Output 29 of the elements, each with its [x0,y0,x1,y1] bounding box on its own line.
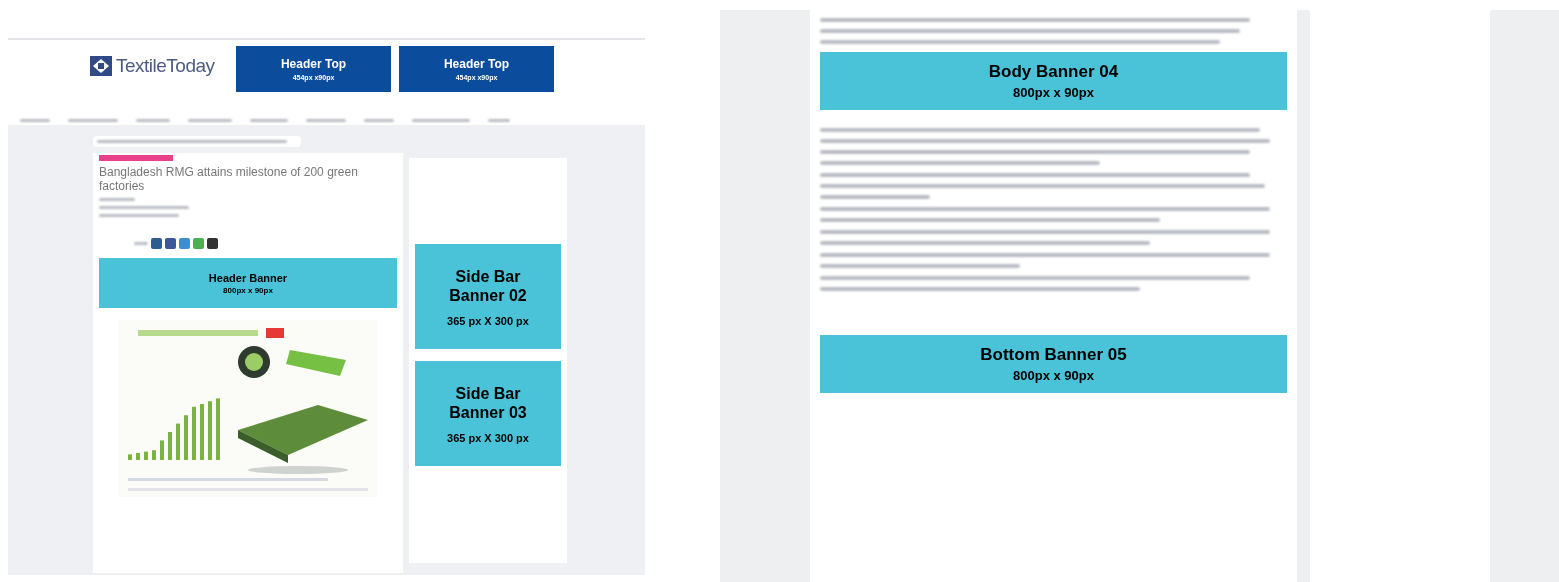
blurred-text-line [188,119,232,122]
blurred-text-line [20,119,50,122]
share-square-icon[interactable] [151,238,162,249]
blurred-text-line [99,198,135,201]
blurred-text-line [68,119,118,122]
banner-size: 800px x 90px [223,285,273,295]
share-square-icon[interactable] [165,238,176,249]
banner-title: Header Top [280,57,347,71]
blurred-text-line [306,119,346,122]
blurred-text-line [134,242,148,245]
blurred-text-line [488,119,510,122]
banner-title: Body Banner 04 [988,62,1119,82]
article-title: Bangladesh RMG attains milestone of 200 green factories [99,165,359,193]
blurred-text-line [250,119,288,122]
banner-title: Header Banner [208,271,288,284]
blurred-text-line [412,119,470,122]
banner-title: Header Top [443,57,510,71]
logo-text: TextileToday [116,55,215,77]
banner-size: 800px x 90px [1013,85,1094,100]
banner-size: 800px x 90px [1013,368,1094,383]
logo-icon [90,56,112,76]
banner-size: 365 px X 300 px [447,431,529,444]
banner-title: Bottom Banner 05 [980,345,1127,365]
blurred-text-line [364,119,394,122]
blurred-text-line [136,119,170,122]
banner-title: Side Bar Banner 03 [448,383,528,422]
banner-size: 365 px X 300 px [447,314,529,327]
share-square-icon[interactable] [207,238,218,249]
banner-title: Side Bar Banner 02 [448,266,528,305]
